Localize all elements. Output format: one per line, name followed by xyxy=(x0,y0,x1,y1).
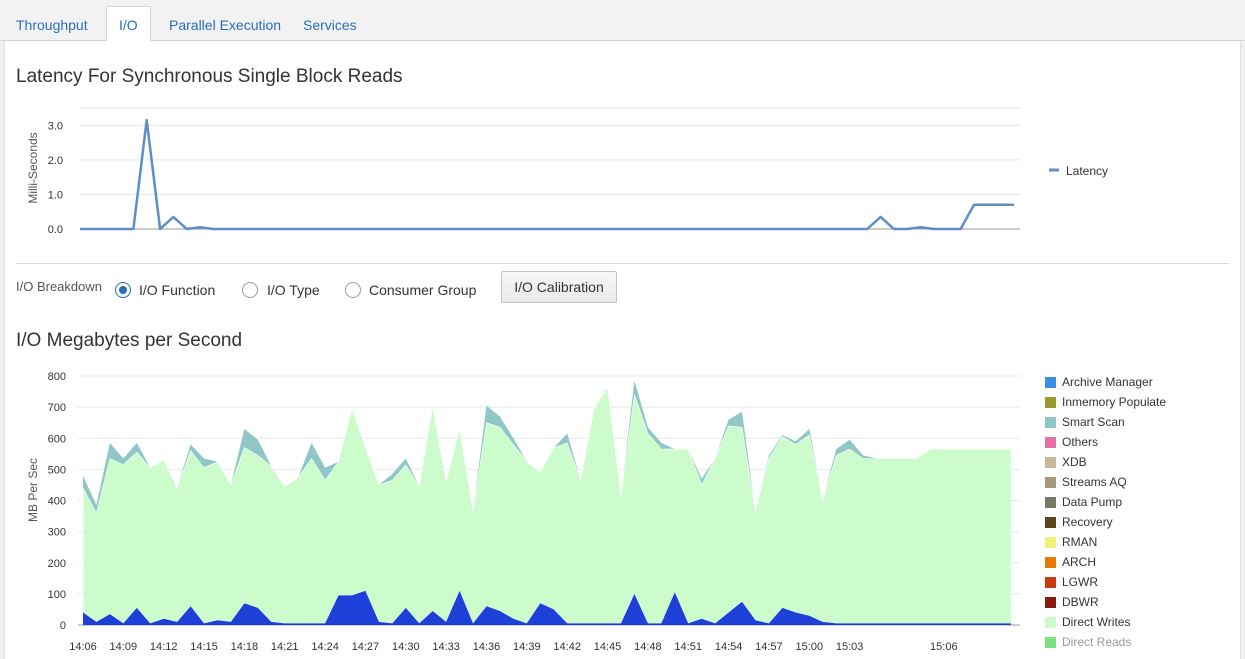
mb-x-tick: 14:39 xyxy=(513,641,541,653)
mb-legend-swatch xyxy=(1045,437,1056,448)
mb-x-tick: 14:15 xyxy=(190,641,218,653)
mb-x-tick: 14:45 xyxy=(594,641,622,653)
mb-x-tick: 14:48 xyxy=(634,641,662,653)
mb-x-tick: 14:27 xyxy=(352,641,380,653)
mb-legend-swatch xyxy=(1045,637,1056,648)
mb-legend-swatch xyxy=(1045,397,1056,408)
mb-y-tick: 0 xyxy=(60,620,66,632)
mb-legend-swatch xyxy=(1045,577,1056,588)
mb-y-tick: 100 xyxy=(48,589,66,601)
mb-x-tick: 14:54 xyxy=(715,641,743,653)
mb-legend-label: DBWR xyxy=(1062,595,1099,609)
mb-y-tick: 700 xyxy=(48,402,66,414)
mb-y-tick: 200 xyxy=(48,558,66,570)
mb-legend-label: Direct Reads xyxy=(1062,635,1132,649)
direct-writes-area xyxy=(82,386,1012,624)
mb-x-tick: 14:30 xyxy=(392,641,420,653)
mb-x-tick: 15:00 xyxy=(796,641,824,653)
mb-legend-swatch xyxy=(1045,417,1056,428)
mb-legend-label: Archive Manager xyxy=(1062,375,1153,389)
mb-per-sec-chart: 0 100 200 300 400 500 600 700 800 MB Per Sec 14:06… xyxy=(26,371,1020,653)
mb-legend-swatch xyxy=(1045,477,1056,488)
mb-legend-label: Direct Writes xyxy=(1062,615,1131,629)
mb-legend-label: Inmemory Populate xyxy=(1062,395,1167,409)
mb-legend-label: ARCH xyxy=(1062,555,1097,569)
mb-x-tick: 15:03 xyxy=(836,641,864,653)
mb-legend-label: XDB xyxy=(1062,455,1087,469)
mb-legend-swatch xyxy=(1045,617,1056,628)
mb-legend-swatch xyxy=(1045,537,1056,548)
mb-legend-swatch xyxy=(1045,497,1056,508)
mb-y-tick: 400 xyxy=(48,496,66,508)
mb-legend-swatch xyxy=(1045,557,1056,568)
mb-y-tick: 600 xyxy=(48,433,66,445)
mb-x-tick: 14:09 xyxy=(110,641,138,653)
mb-legend-swatch xyxy=(1045,597,1056,608)
mb-legend-label: Others xyxy=(1062,435,1099,449)
mb-legend-label: Streams AQ xyxy=(1062,475,1127,489)
mb-legend-swatch xyxy=(1045,377,1056,388)
mb-legend-swatch xyxy=(1045,517,1056,528)
mb-x-tick: 14:24 xyxy=(311,641,339,653)
mb-x-tick: 14:57 xyxy=(755,641,783,653)
mb-legend-label: Data Pump xyxy=(1062,495,1123,509)
mb-x-tick: 14:12 xyxy=(150,641,178,653)
mb-y-tick: 500 xyxy=(48,464,66,476)
mb-legend-label: Smart Scan xyxy=(1062,415,1125,429)
mb-x-tick: 14:21 xyxy=(271,641,299,653)
mb-legend-label: RMAN xyxy=(1062,535,1098,549)
mb-x-tick: 14:33 xyxy=(432,641,460,653)
mb-x-tick: 14:06 xyxy=(69,641,97,653)
mb-legend-label: LGWR xyxy=(1062,575,1098,589)
mb-legend-label: Recovery xyxy=(1062,515,1113,529)
mb-y-tick: 800 xyxy=(48,371,66,383)
mb-y-tick: 300 xyxy=(48,527,66,539)
mb-x-tick: 15:06 xyxy=(930,641,958,653)
mb-x-tick: 14:51 xyxy=(674,641,702,653)
mb-y-axis-label: MB Per Sec xyxy=(26,458,40,522)
mb-x-tick: 14:18 xyxy=(231,641,259,653)
mb-legend-swatch xyxy=(1045,457,1056,468)
mb-x-tick: 14:36 xyxy=(473,641,501,653)
mb-x-tick: 14:42 xyxy=(553,641,581,653)
